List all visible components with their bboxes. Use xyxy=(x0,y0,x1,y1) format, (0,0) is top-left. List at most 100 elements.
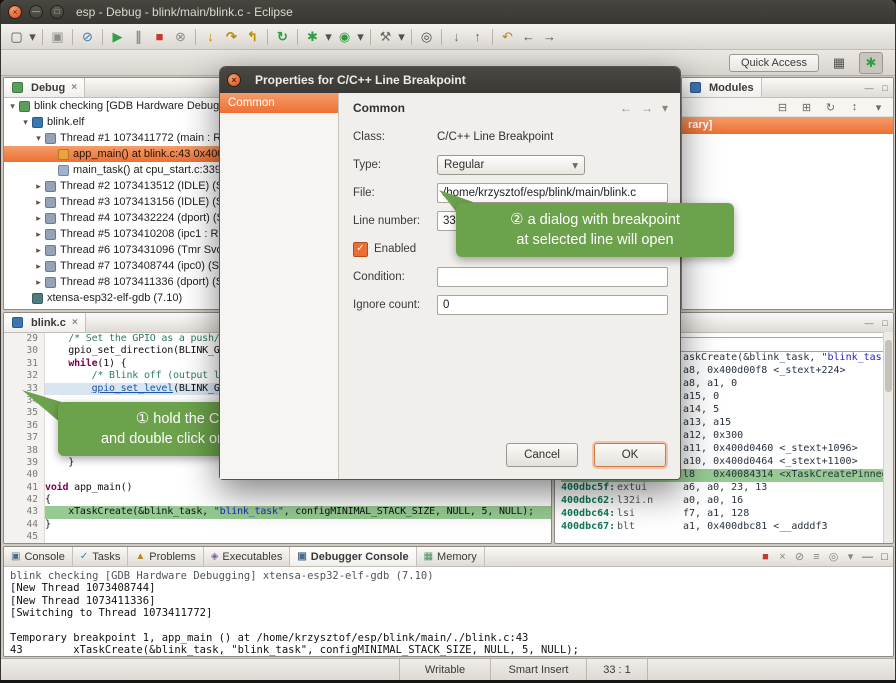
pin-console-icon[interactable]: ◎ xyxy=(825,550,842,563)
restart-icon[interactable]: ↻ xyxy=(272,27,293,47)
disassembly-line[interactable]: 400dbc67: blt a1, 0x400dbc81 <__adddf3 xyxy=(561,521,893,534)
nav-item-common[interactable]: Common xyxy=(220,93,338,113)
skip-breakpoints-icon[interactable]: ⊘ xyxy=(77,27,98,47)
line-number[interactable]: 32 xyxy=(4,370,45,382)
minimize-icon[interactable]: — xyxy=(861,83,877,93)
maximize-icon[interactable]: □ xyxy=(877,83,893,93)
tab-debug[interactable]: Debug × xyxy=(4,78,85,97)
condition-field[interactable] xyxy=(437,267,668,287)
twisty-icon[interactable]: ▸ xyxy=(33,197,44,208)
line-number[interactable]: 41 xyxy=(4,482,45,494)
window-maximize-icon[interactable]: □ xyxy=(50,5,64,19)
save-icon[interactable]: ▣ xyxy=(47,27,68,47)
new-dropdown-icon[interactable]: ▾ xyxy=(27,27,38,47)
disassembly-line[interactable]: 400dbc62: l32i.n a0, a0, 16 xyxy=(561,495,893,508)
back-icon[interactable]: ← xyxy=(518,27,539,47)
twisty-icon[interactable]: ▸ xyxy=(33,213,44,224)
line-number[interactable]: 40 xyxy=(4,469,45,481)
console-tab[interactable]: ▲ Problems xyxy=(128,547,203,566)
code-line[interactable]: 45 xyxy=(4,531,551,543)
console-tab[interactable]: ▣ Debugger Console xyxy=(290,547,416,566)
line-number[interactable]: 37 xyxy=(4,432,45,444)
clear-console-icon[interactable]: ⊘ xyxy=(791,550,808,563)
console-tab[interactable]: ▦ Memory xyxy=(417,547,485,566)
code-line[interactable]: 41 void app_main() xyxy=(4,482,551,494)
suspend-icon[interactable]: ∥ xyxy=(128,27,149,47)
forward-icon[interactable]: → xyxy=(641,101,653,115)
modules-selected-row[interactable]: rary] xyxy=(682,117,893,134)
disassembly-line[interactable]: 400dbc64: lsi f7, a1, 128 xyxy=(561,508,893,521)
next-annotation-icon[interactable]: ↓ xyxy=(446,27,467,47)
window-close-icon[interactable]: × xyxy=(8,5,22,19)
terminate-icon[interactable]: ■ xyxy=(149,27,170,47)
code-line[interactable]: 42 { xyxy=(4,494,551,506)
dialog-close-icon[interactable]: × xyxy=(227,73,241,87)
code-line[interactable]: 44 } xyxy=(4,519,551,531)
close-icon[interactable]: × xyxy=(72,317,78,328)
console-tab[interactable]: ▣ Console xyxy=(4,547,73,566)
line-number[interactable]: 30 xyxy=(4,345,45,357)
quick-access-button[interactable]: Quick Access xyxy=(729,54,819,72)
debug-dropdown-icon[interactable]: ▾ xyxy=(323,27,334,47)
disassembly-line[interactable]: 400dbc5f: extui a6, a0, 23, 13 xyxy=(561,482,893,495)
collapse-all-icon[interactable]: ⊟ xyxy=(774,101,791,114)
twisty-icon[interactable]: ▸ xyxy=(33,261,44,272)
line-number[interactable]: 39 xyxy=(4,457,45,469)
line-number[interactable]: 42 xyxy=(4,494,45,506)
new-wizard-icon[interactable]: ▢ xyxy=(6,27,27,47)
search-icon[interactable]: ◎ xyxy=(416,27,437,47)
scroll-lock-icon[interactable]: ≡ xyxy=(808,551,825,563)
maximize-icon[interactable]: □ xyxy=(876,551,893,563)
ignore-count-field[interactable] xyxy=(437,295,668,315)
back-icon[interactable]: ← xyxy=(620,101,632,115)
line-number[interactable]: 29 xyxy=(4,333,45,345)
console-output[interactable]: blink checking [GDB Hardware Debugging] … xyxy=(4,567,893,657)
view-menu-icon[interactable]: ▾ xyxy=(870,101,887,114)
twisty-icon[interactable]: ▸ xyxy=(33,277,44,288)
disconnect-icon[interactable]: ⊗ xyxy=(170,27,191,47)
console-menu-icon[interactable]: ▾ xyxy=(842,550,859,563)
cancel-button[interactable]: Cancel xyxy=(506,443,578,467)
scrollbar[interactable] xyxy=(883,332,893,543)
twisty-icon[interactable]: ▸ xyxy=(33,181,44,192)
line-number[interactable]: 45 xyxy=(4,531,45,543)
open-perspective-icon[interactable]: ▦ xyxy=(827,52,851,74)
line-number[interactable]: 31 xyxy=(4,358,45,370)
maximize-icon[interactable]: □ xyxy=(877,318,893,328)
console-tab[interactable]: ◈ Executables xyxy=(204,547,291,566)
step-over-icon[interactable]: ↷ xyxy=(221,27,242,47)
minimize-icon[interactable]: — xyxy=(859,551,876,563)
refresh-icon[interactable]: ↻ xyxy=(822,101,839,114)
forward-icon[interactable]: → xyxy=(539,27,560,47)
twisty-icon[interactable]: ▸ xyxy=(33,245,44,256)
resume-icon[interactable]: ▶ xyxy=(107,27,128,47)
step-into-icon[interactable]: ↓ xyxy=(200,27,221,47)
last-edit-icon[interactable]: ↶ xyxy=(497,27,518,47)
remove-launch-icon[interactable]: × xyxy=(774,551,791,563)
expand-all-icon[interactable]: ⊞ xyxy=(798,101,815,114)
run-dropdown-icon[interactable]: ▾ xyxy=(355,27,366,47)
build-icon[interactable]: ⚒ xyxy=(375,27,396,47)
enabled-checkbox[interactable]: ✓ xyxy=(353,242,368,257)
twisty-icon[interactable]: ▸ xyxy=(33,229,44,240)
prev-annotation-icon[interactable]: ↑ xyxy=(467,27,488,47)
view-menu-icon[interactable]: ▾ xyxy=(662,101,668,115)
close-icon[interactable]: × xyxy=(71,82,77,93)
build-dropdown-icon[interactable]: ▾ xyxy=(396,27,407,47)
sort-icon[interactable]: ↕ xyxy=(846,101,863,113)
debug-icon[interactable]: ✱ xyxy=(302,27,323,47)
minimize-icon[interactable]: — xyxy=(861,318,877,328)
line-number[interactable]: 43 xyxy=(4,506,45,518)
run-icon[interactable]: ◉ xyxy=(334,27,355,47)
debug-perspective-icon[interactable]: ✱ xyxy=(859,52,883,74)
console-tab[interactable]: ✓ Tasks xyxy=(73,547,129,566)
ok-button[interactable]: OK xyxy=(594,443,666,467)
window-minimize-icon[interactable]: — xyxy=(29,5,43,19)
tab-modules[interactable]: Modules xyxy=(682,78,762,97)
step-return-icon[interactable]: ↰ xyxy=(242,27,263,47)
terminate-icon[interactable]: ■ xyxy=(757,551,774,563)
twisty-icon[interactable]: ▾ xyxy=(33,133,44,144)
twisty-icon[interactable]: ▾ xyxy=(7,101,18,112)
line-number[interactable]: 44 xyxy=(4,519,45,531)
tab-blink-c[interactable]: blink.c × xyxy=(4,313,86,332)
